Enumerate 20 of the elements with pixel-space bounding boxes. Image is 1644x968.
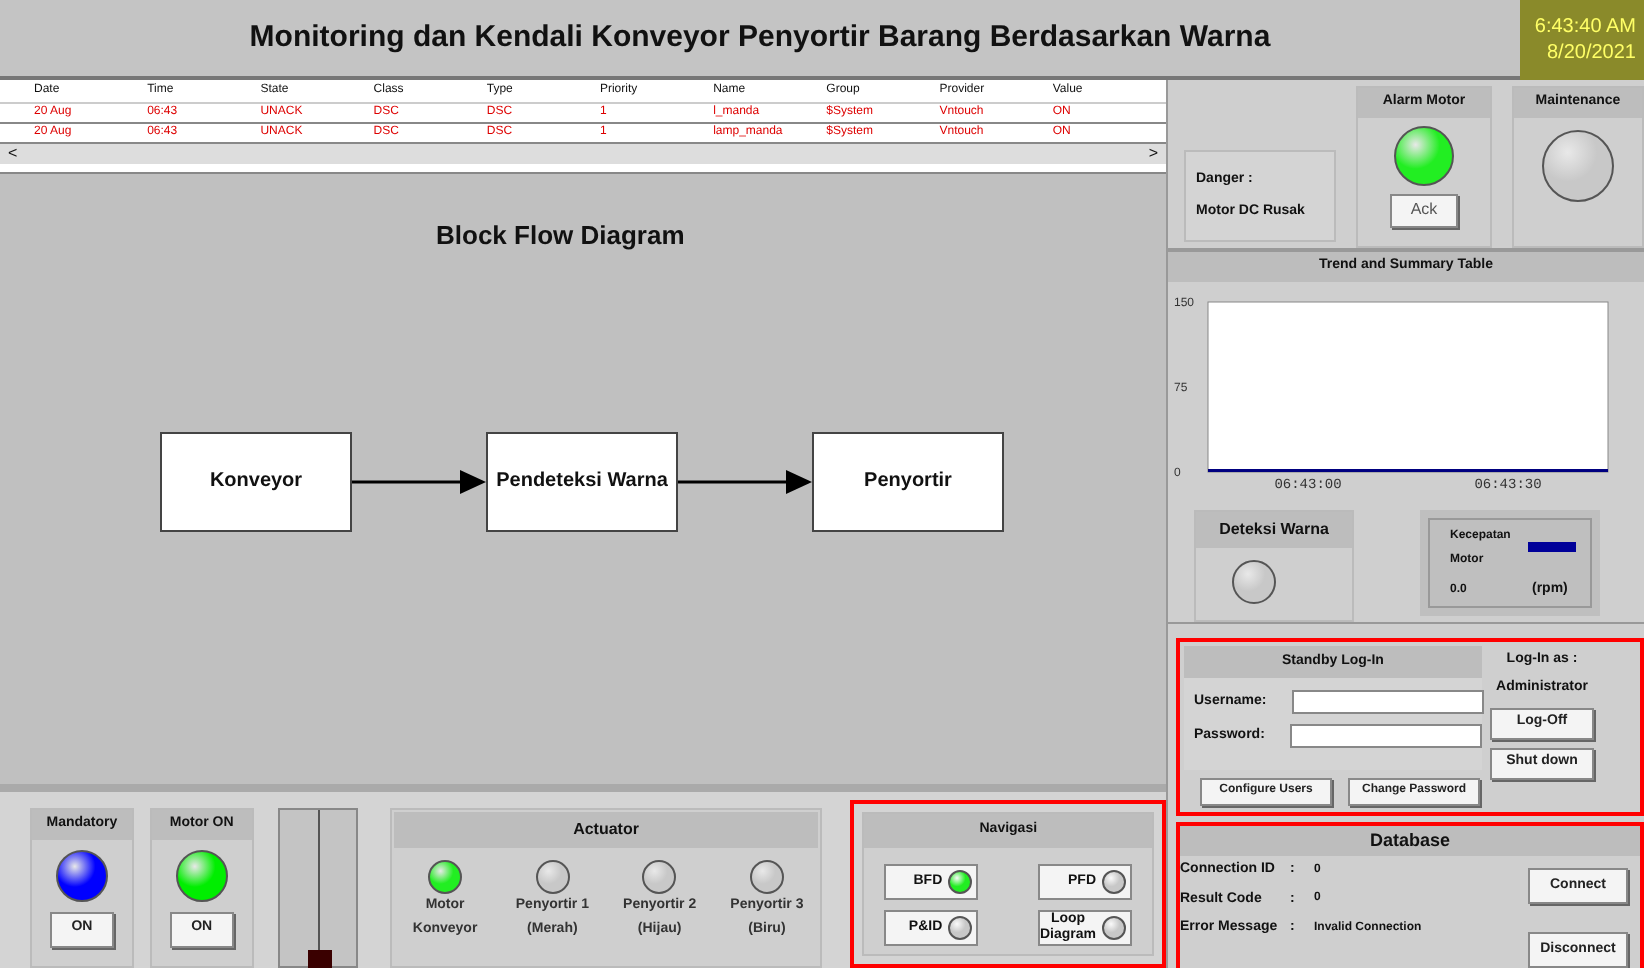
- scrollbar[interactable]: < >: [0, 144, 1166, 164]
- input-field[interactable]: [1292, 690, 1485, 714]
- panel-title: Deteksi Warna: [1196, 511, 1352, 547]
- clock-time: 6:43:40 AM: [1534, 14, 1636, 40]
- clock-date: 8/20/2021: [1547, 40, 1636, 66]
- button[interactable]: Ack: [1390, 193, 1458, 227]
- input-field[interactable]: [1290, 724, 1483, 748]
- diagram-title: Block Flow Diagram: [436, 218, 687, 255]
- flow-block: Konveyor: [160, 431, 352, 532]
- panel-title: Actuator: [393, 812, 819, 848]
- slider-track[interactable]: [277, 808, 358, 968]
- flow-block: Pendeteksi Warna: [486, 431, 678, 532]
- arrow-icon: [352, 469, 486, 494]
- flow-block: Penyortir: [812, 431, 1004, 532]
- arrow-icon: [678, 469, 812, 494]
- window-title: Monitoring dan Kendali Konveyor Penyortir Barang Berdasarkan Warna: [249, 17, 1271, 58]
- speed-bar: [1528, 542, 1576, 553]
- panel-title: Database: [1180, 825, 1640, 856]
- scroll-right-arrow[interactable]: >: [1148, 142, 1158, 166]
- scroll-left-arrow[interactable]: <: [8, 142, 18, 166]
